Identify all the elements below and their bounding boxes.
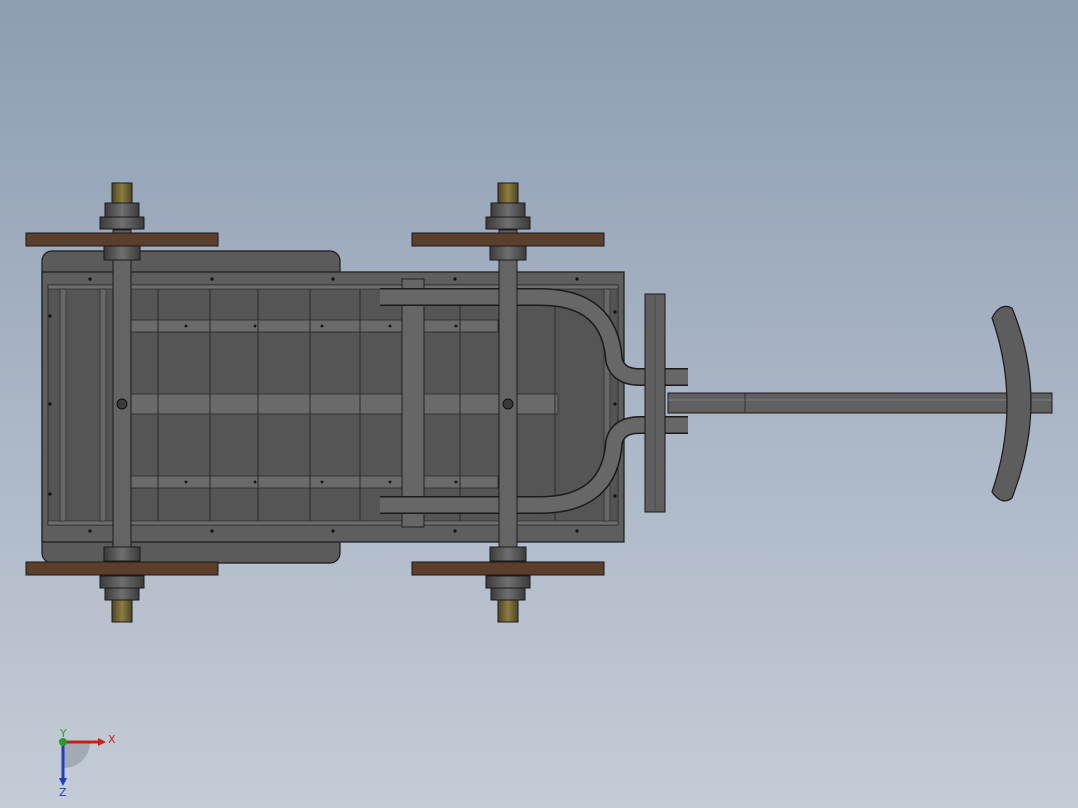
pull-handle-shaft[interactable]: [667, 392, 1053, 414]
wheel-board-front-top[interactable]: [411, 232, 605, 247]
triad-z-arrow: [59, 778, 67, 786]
triad-y-label: Y: [59, 728, 67, 740]
wheel-hub-front-bottom[interactable]: [485, 546, 531, 623]
wheel-board-rear-top[interactable]: [25, 232, 219, 247]
wheel-hub-front-top[interactable]: [485, 182, 531, 261]
front-axle[interactable]: [498, 229, 518, 583]
wheel-hub-rear-bottom[interactable]: [99, 546, 145, 623]
triad-x-arrow: [98, 738, 106, 746]
wheel-board-front-bottom[interactable]: [411, 561, 605, 576]
rear-axle[interactable]: [112, 229, 132, 583]
triad-z-label: Z: [59, 786, 67, 798]
graphics-viewport[interactable]: X Y Z: [0, 0, 1078, 808]
orientation-triad-icon: X Y Z: [59, 728, 116, 798]
wheel-board-rear-bottom[interactable]: [25, 561, 219, 576]
triad-plane: [63, 742, 91, 769]
wheel-hub-rear-top[interactable]: [99, 182, 145, 261]
cart-model[interactable]: [0, 0, 1078, 808]
triad-x-label: X: [108, 733, 116, 746]
front-crossbar[interactable]: [644, 293, 666, 513]
center-bracket[interactable]: [401, 278, 425, 528]
